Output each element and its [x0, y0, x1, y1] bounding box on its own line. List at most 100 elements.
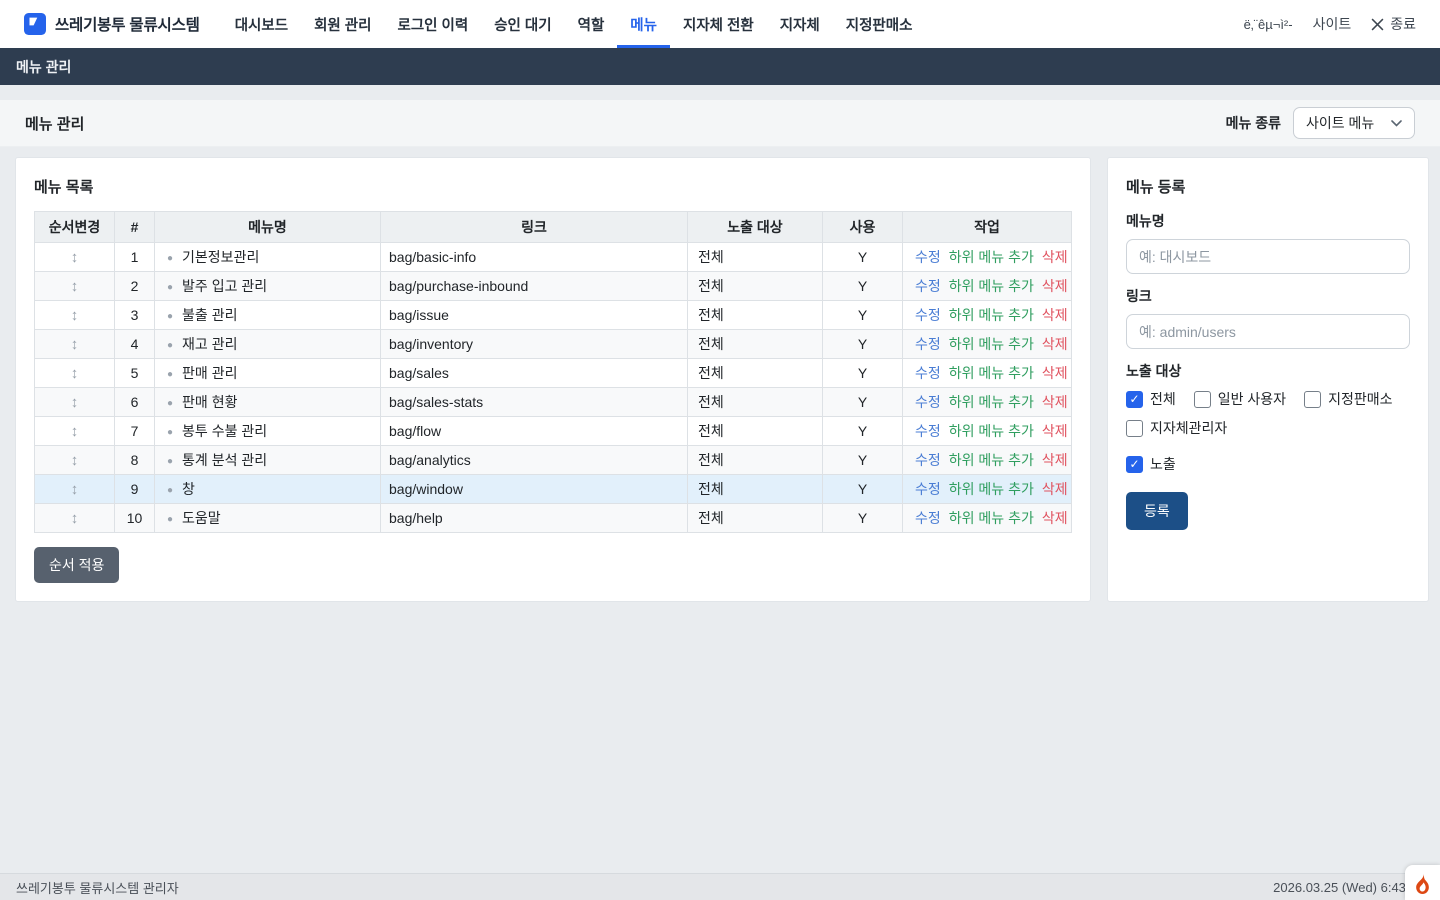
actions-cell: 수정 하위 메뉴 추가 삭제 — [903, 243, 1072, 272]
menu-name-cell: ●봉투 수불 관리 — [155, 417, 381, 446]
edit-link[interactable]: 수정 — [915, 249, 941, 265]
target-group-label: 노출 대상 — [1126, 361, 1410, 381]
menu-link-cell: bag/sales-stats — [381, 388, 688, 417]
menu-type-select[interactable]: 사이트 메뉴 — [1293, 107, 1415, 139]
drag-handle-icon[interactable]: ↕ — [35, 359, 115, 388]
nav-item-0[interactable]: 대시보드 — [222, 0, 301, 48]
drag-handle-icon[interactable]: ↕ — [35, 243, 115, 272]
nav-item-4[interactable]: 역할 — [565, 0, 618, 48]
add-sub-menu-link[interactable]: 하위 메뉴 추가 — [949, 307, 1034, 323]
table-row: ↕4●재고 관리bag/inventory전체Y수정하위 메뉴 추가삭제 — [35, 330, 1072, 359]
topbar: 쓰레기봉투 물류시스템 대시보드회원 관리로그인 이력승인 대기역할메뉴지자체 … — [0, 0, 1440, 48]
delete-link[interactable]: 삭제 — [1042, 510, 1068, 526]
menu-link-cell: bag/sales — [381, 359, 688, 388]
target-checkbox-2[interactable]: 지정판매소 — [1304, 389, 1392, 409]
menu-name-input[interactable] — [1126, 239, 1410, 274]
drag-handle-icon[interactable]: ↕ — [35, 475, 115, 504]
footer-datetime: 2026.03.25 (Wed) 6:43:43 — [1273, 880, 1424, 895]
drag-handle-icon[interactable]: ↕ — [35, 417, 115, 446]
menu-name-label: 메뉴명 — [1126, 211, 1410, 231]
drag-handle-icon[interactable]: ↕ — [35, 330, 115, 359]
drag-handle-icon[interactable]: ↕ — [35, 272, 115, 301]
edit-link[interactable]: 수정 — [915, 452, 941, 468]
nav-item-1[interactable]: 회원 관리 — [301, 0, 384, 48]
bullet-icon: ● — [167, 369, 173, 380]
drag-handle-icon[interactable]: ↕ — [35, 301, 115, 330]
delete-link[interactable]: 삭제 — [1042, 307, 1068, 323]
add-sub-menu-link[interactable]: 하위 메뉴 추가 — [949, 336, 1034, 352]
target-cell: 전체 — [688, 272, 823, 301]
checkbox-unchecked-icon[interactable] — [1304, 391, 1321, 408]
drag-handle-icon[interactable]: ↕ — [35, 446, 115, 475]
edit-link[interactable]: 수정 — [915, 394, 941, 410]
delete-link[interactable]: 삭제 — [1042, 249, 1068, 265]
target-cell: 전체 — [688, 330, 823, 359]
actions-cell: 수정 하위 메뉴 추가 삭제 — [903, 301, 1072, 330]
nav-item-6[interactable]: 지자체 전환 — [670, 0, 767, 48]
table-row: ↕3●불출 관리bag/issue전체Y수정하위 메뉴 추가삭제 — [35, 301, 1072, 330]
app-logo-icon — [24, 13, 46, 35]
nav-item-8[interactable]: 지정판매소 — [833, 0, 926, 48]
use-flag-cell: Y — [823, 301, 903, 330]
target-checkbox-1[interactable]: 일반 사용자 — [1194, 389, 1286, 409]
footer: 쓰레기봉투 물류시스템 관리자 2026.03.25 (Wed) 6:43:43 — [0, 873, 1440, 900]
add-sub-menu-link[interactable]: 하위 메뉴 추가 — [949, 423, 1034, 439]
apply-order-button[interactable]: 순서 적용 — [34, 547, 119, 583]
add-sub-menu-link[interactable]: 하위 메뉴 추가 — [949, 481, 1034, 497]
delete-link[interactable]: 삭제 — [1042, 481, 1068, 497]
add-sub-menu-link[interactable]: 하위 메뉴 추가 — [949, 452, 1034, 468]
checkbox-unchecked-icon[interactable] — [1126, 420, 1143, 437]
edit-link[interactable]: 수정 — [915, 510, 941, 526]
delete-link[interactable]: 삭제 — [1042, 452, 1068, 468]
add-sub-menu-link[interactable]: 하위 메뉴 추가 — [949, 278, 1034, 294]
edit-link[interactable]: 수정 — [915, 336, 941, 352]
site-link[interactable]: 사이트 — [1313, 14, 1352, 34]
menu-table-header-row: 순서변경#메뉴명링크노출 대상사용작업 — [35, 212, 1072, 243]
add-sub-menu-link[interactable]: 하위 메뉴 추가 — [949, 394, 1034, 410]
target-checkbox-0[interactable]: 전체 — [1126, 389, 1176, 409]
menu-name-cell: ●판매 관리 — [155, 359, 381, 388]
table-row: ↕9●창bag/window전체Y수정하위 메뉴 추가삭제 — [35, 475, 1072, 504]
row-number: 8 — [115, 446, 155, 475]
edit-link[interactable]: 수정 — [915, 423, 941, 439]
delete-link[interactable]: 삭제 — [1042, 394, 1068, 410]
menu-link-input[interactable] — [1126, 314, 1410, 349]
delete-link[interactable]: 삭제 — [1042, 423, 1068, 439]
delete-link[interactable]: 삭제 — [1042, 365, 1068, 381]
breadcrumb: 메뉴 관리 — [0, 48, 1440, 85]
nav-item-2[interactable]: 로그인 이력 — [384, 0, 481, 48]
column-header-4: 노출 대상 — [688, 212, 823, 243]
checkbox-checked-icon[interactable] — [1126, 391, 1143, 408]
edit-link[interactable]: 수정 — [915, 307, 941, 323]
delete-link[interactable]: 삭제 — [1042, 336, 1068, 352]
edit-link[interactable]: 수정 — [915, 365, 941, 381]
target-checkbox-1-label: 일반 사용자 — [1218, 389, 1286, 409]
flame-icon — [1414, 872, 1431, 894]
drag-handle-icon[interactable]: ↕ — [35, 504, 115, 533]
add-sub-menu-link[interactable]: 하위 메뉴 추가 — [949, 249, 1034, 265]
expose-checkbox[interactable]: 노출 — [1126, 454, 1176, 474]
nav-item-3[interactable]: 승인 대기 — [481, 0, 564, 48]
drag-handle-icon[interactable]: ↕ — [35, 388, 115, 417]
checkbox-checked-icon[interactable] — [1126, 456, 1143, 473]
delete-link[interactable]: 삭제 — [1042, 278, 1068, 294]
logout-button[interactable]: 종료 — [1371, 14, 1416, 34]
target-checkbox-3[interactable]: 지자체관리자 — [1126, 418, 1227, 438]
menu-list-title: 메뉴 목록 — [34, 176, 1072, 197]
chevron-down-icon — [1391, 120, 1402, 127]
checkbox-unchecked-icon[interactable] — [1194, 391, 1211, 408]
nav-item-7[interactable]: 지자체 — [767, 0, 833, 48]
target-checkbox-2-label: 지정판매소 — [1328, 389, 1392, 409]
table-row: ↕1●기본정보관리bag/basic-info전체Y수정하위 메뉴 추가삭제 — [35, 243, 1072, 272]
add-sub-menu-link[interactable]: 하위 메뉴 추가 — [949, 510, 1034, 526]
debug-toolbar-button[interactable] — [1405, 865, 1440, 900]
brand[interactable]: 쓰레기봉투 물류시스템 — [24, 0, 200, 48]
register-button[interactable]: 등록 — [1126, 492, 1188, 530]
menu-name-cell: ●발주 입고 관리 — [155, 272, 381, 301]
use-flag-cell: Y — [823, 243, 903, 272]
nav-item-5[interactable]: 메뉴 — [617, 0, 670, 48]
add-sub-menu-link[interactable]: 하위 메뉴 추가 — [949, 365, 1034, 381]
use-flag-cell: Y — [823, 359, 903, 388]
edit-link[interactable]: 수정 — [915, 481, 941, 497]
edit-link[interactable]: 수정 — [915, 278, 941, 294]
